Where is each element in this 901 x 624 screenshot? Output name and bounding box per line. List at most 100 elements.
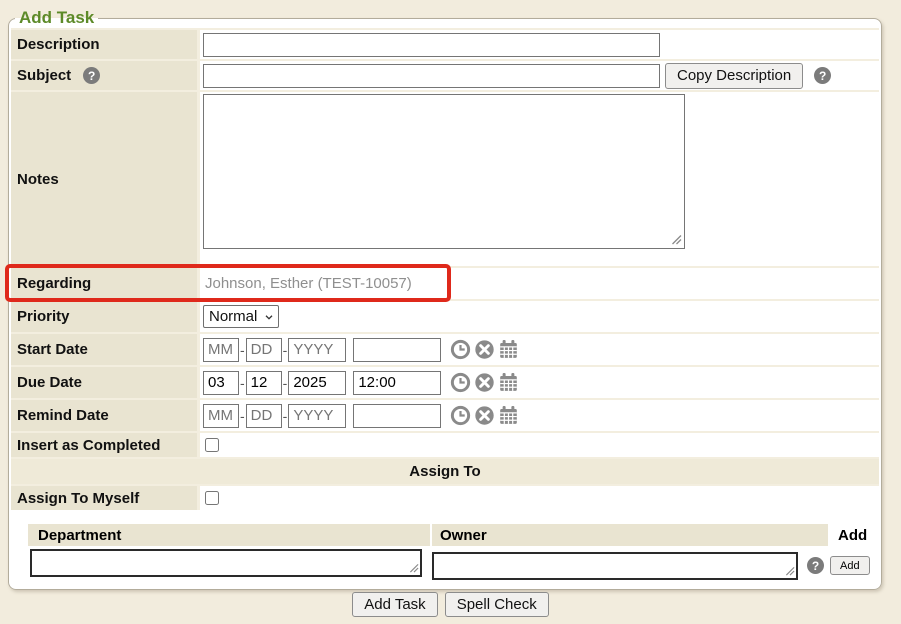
subject-help-icon[interactable]: ? — [83, 67, 100, 84]
owner-input[interactable] — [432, 552, 798, 580]
clear-date-icon[interactable] — [474, 372, 495, 393]
owner-textarea-wrap — [432, 552, 798, 580]
calendar-icon[interactable] — [498, 372, 519, 393]
add-assignment-button[interactable]: Add — [830, 556, 870, 575]
due-date-row: Due Date - - — [11, 367, 879, 398]
clear-date-icon[interactable] — [474, 339, 495, 360]
assign-to-myself-value-cell — [200, 486, 879, 510]
department-cell — [28, 549, 430, 582]
insert-as-completed-checkbox[interactable] — [205, 438, 219, 452]
due-date-month-input[interactable] — [203, 371, 239, 395]
clock-icon[interactable] — [450, 405, 471, 426]
add-cell: Add — [830, 556, 879, 576]
remind-date-month-input[interactable] — [203, 404, 239, 428]
priority-row: Priority Normal — [11, 301, 879, 332]
notes-textarea[interactable] — [203, 94, 685, 249]
clear-date-icon[interactable] — [474, 405, 495, 426]
notes-row: Notes — [11, 92, 879, 266]
department-column-header: Department — [28, 524, 430, 546]
owner-cell: ? — [432, 552, 828, 580]
assign-to-section-header: Assign To — [11, 459, 879, 484]
remind-date-time-input[interactable] — [353, 404, 441, 428]
start-date-year-input[interactable] — [288, 338, 346, 362]
start-date-value-cell: - - — [200, 334, 879, 365]
remind-date-value-cell: - - — [200, 400, 879, 431]
clock-icon[interactable] — [450, 372, 471, 393]
remind-date-label-cell: Remind Date — [11, 400, 197, 431]
regarding-value-cell: Johnson, Esther (TEST-10057) — [200, 268, 879, 299]
department-textarea-wrap — [28, 549, 422, 577]
spell-check-button[interactable]: Spell Check — [445, 592, 549, 617]
add-task-button[interactable]: Add Task — [352, 592, 437, 617]
calendar-icon[interactable] — [498, 405, 519, 426]
assign-table-input-row: ? Add — [28, 549, 879, 582]
insert-as-completed-label: Insert as Completed — [17, 437, 160, 454]
remind-date-day-input[interactable] — [246, 404, 282, 428]
chevron-down-icon — [263, 311, 275, 323]
copy-description-button[interactable]: Copy Description — [665, 63, 803, 89]
insert-as-completed-label-cell: Insert as Completed — [11, 433, 197, 457]
date-separator: - — [240, 408, 245, 424]
owner-column-header: Owner — [432, 524, 828, 546]
insert-as-completed-row: Insert as Completed — [11, 433, 879, 457]
priority-label-cell: Priority — [11, 301, 197, 332]
department-input[interactable] — [30, 549, 422, 577]
assign-table-header-row: Department Owner Add — [28, 524, 879, 549]
subject-input[interactable] — [203, 64, 660, 88]
priority-label: Priority — [17, 308, 70, 325]
description-label: Description — [17, 36, 100, 53]
description-label-cell: Description — [11, 30, 197, 59]
assign-table: Department Owner Add ? — [28, 524, 879, 582]
date-separator: - — [240, 375, 245, 391]
assign-to-myself-row: Assign To Myself — [11, 486, 879, 510]
owner-help-icon[interactable]: ? — [807, 557, 824, 574]
priority-select[interactable]: Normal — [203, 305, 279, 328]
start-date-label-cell: Start Date — [11, 334, 197, 365]
clock-icon[interactable] — [450, 339, 471, 360]
description-value-cell — [200, 30, 879, 59]
assign-to-myself-checkbox[interactable] — [205, 491, 219, 505]
assign-to-section-title: Assign To — [409, 463, 480, 480]
due-date-year-input[interactable] — [288, 371, 346, 395]
due-date-label: Due Date — [17, 374, 82, 391]
footer-actions: Add Task Spell Check — [0, 592, 901, 617]
due-date-label-cell: Due Date — [11, 367, 197, 398]
add-task-fieldset: Add Task Description Subject ? C — [8, 8, 882, 590]
priority-selected-value: Normal — [209, 308, 257, 325]
copy-description-help-icon[interactable]: ? — [814, 67, 831, 84]
add-task-page: Add Task Description Subject ? C — [0, 0, 901, 624]
start-date-day-input[interactable] — [246, 338, 282, 362]
subject-row: Subject ? Copy Description ? — [11, 61, 879, 90]
remind-date-year-input[interactable] — [288, 404, 346, 428]
add-column-header: Add — [830, 524, 879, 546]
start-date-icons — [450, 339, 519, 360]
due-date-value-cell: - - — [200, 367, 879, 398]
calendar-icon[interactable] — [498, 339, 519, 360]
date-separator: - — [283, 342, 288, 358]
regarding-value: Johnson, Esther (TEST-10057) — [203, 275, 412, 292]
due-date-day-input[interactable] — [246, 371, 282, 395]
start-date-row: Start Date - - — [11, 334, 879, 365]
subject-label: Subject — [17, 67, 71, 84]
date-separator: - — [283, 408, 288, 424]
start-date-month-input[interactable] — [203, 338, 239, 362]
notes-textarea-wrap — [203, 94, 685, 249]
date-separator: - — [240, 342, 245, 358]
due-date-time-input[interactable] — [353, 371, 441, 395]
assign-to-myself-label: Assign To Myself — [17, 490, 139, 507]
regarding-label: Regarding — [17, 275, 91, 292]
start-date-label: Start Date — [17, 341, 88, 358]
remind-date-label: Remind Date — [17, 407, 109, 424]
page-title: Add Task — [15, 8, 98, 28]
priority-value-cell: Normal — [200, 301, 879, 332]
regarding-row: Regarding Johnson, Esther (TEST-10057) — [11, 268, 879, 299]
start-date-time-input[interactable] — [353, 338, 441, 362]
date-separator: - — [283, 375, 288, 391]
remind-date-row: Remind Date - - — [11, 400, 879, 431]
notes-label: Notes — [17, 171, 59, 188]
insert-as-completed-value-cell — [200, 433, 879, 457]
task-form: Description Subject ? Copy Description ? — [11, 28, 879, 510]
description-input[interactable] — [203, 33, 660, 57]
subject-label-cell: Subject ? — [11, 61, 197, 90]
assign-to-myself-label-cell: Assign To Myself — [11, 486, 197, 510]
